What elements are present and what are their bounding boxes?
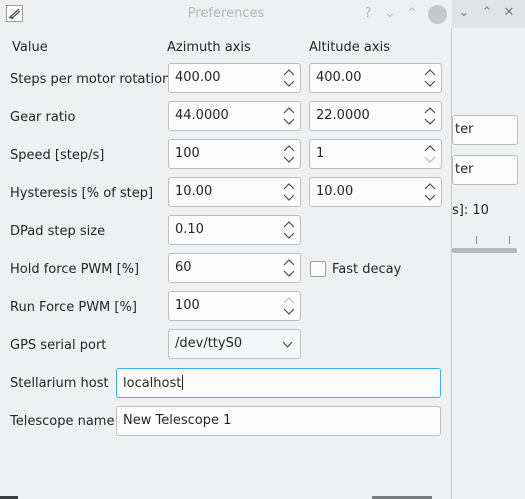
chevron-down-icon[interactable] — [283, 194, 295, 202]
hysteresis-altitude-spinbox[interactable]: 10.00 — [309, 177, 442, 207]
dpad-spinbox[interactable]: 0.10 — [168, 215, 301, 245]
spinbox-value: 400.00 — [316, 70, 362, 85]
spinbox-value: 22.0000 — [316, 108, 370, 123]
gear-altitude-spinbox[interactable]: 22.0000 — [309, 101, 442, 131]
gear-label: Gear ratio — [10, 110, 76, 125]
gps-port-label: GPS serial port — [10, 338, 107, 353]
spinbox-value: 100 — [175, 146, 200, 161]
chevron-down-icon[interactable] — [424, 194, 436, 202]
spinbox-value: 60 — [175, 260, 192, 275]
input-value: localhost — [123, 376, 182, 391]
gps-port-dropdown[interactable]: /dev/ttyS0 — [168, 329, 301, 359]
background-status-text: s]: 10 — [452, 203, 489, 218]
fast-decay-label[interactable]: Fast decay — [332, 262, 401, 277]
question-icon[interactable]: ? — [360, 6, 376, 22]
background-button-2[interactable]: ter — [452, 155, 518, 185]
chevron-up-icon[interactable] — [424, 144, 436, 152]
background-titlebar: ⌄ ⌃ ✕ — [440, 0, 525, 28]
chevron-up-icon[interactable] — [283, 68, 295, 76]
slider-tick — [476, 236, 477, 244]
chevron-up-icon[interactable] — [424, 68, 436, 76]
chevron-down-icon[interactable] — [424, 118, 436, 126]
hysteresis-azimuth-spinbox[interactable]: 10.00 — [168, 177, 301, 207]
close-icon[interactable]: ✕ — [502, 6, 516, 20]
chevron-up-icon[interactable] — [283, 220, 295, 228]
hysteresis-label: Hysteresis [% of step] — [10, 186, 154, 201]
input-value: New Telescope 1 — [123, 413, 232, 428]
stellarium-host-label: Stellarium host — [10, 376, 109, 391]
chevron-down-icon[interactable]: ⌄ — [382, 6, 398, 22]
header-value: Value — [12, 40, 48, 55]
fast-decay-checkbox[interactable] — [310, 261, 326, 277]
background-slider[interactable] — [452, 248, 517, 253]
speed-label: Speed [step/s] — [10, 148, 105, 163]
background-window: ⌄ ⌃ ✕ ter ter s]: 10 — [440, 0, 525, 499]
chevron-up-icon[interactable] — [283, 144, 295, 152]
speed-altitude-spinbox[interactable]: 1 — [309, 139, 442, 169]
chevron-up-icon[interactable] — [283, 106, 295, 114]
chevron-down-icon[interactable]: ⌄ — [457, 6, 471, 20]
chevron-down-icon[interactable] — [283, 156, 295, 164]
chevron-down-icon[interactable] — [283, 80, 295, 88]
chevron-up-icon[interactable] — [424, 182, 436, 190]
spinbox-value: 1 — [316, 146, 325, 161]
chevron-up-icon[interactable] — [424, 106, 436, 114]
dropdown-value: /dev/ttyS0 — [175, 336, 243, 351]
header-altitude: Altitude axis — [309, 40, 390, 55]
text-cursor — [182, 375, 184, 390]
hold-force-label: Hold force PWM [%] — [10, 262, 140, 277]
telescope-name-label: Telescope name — [10, 414, 115, 429]
gear-azimuth-spinbox[interactable]: 44.0000 — [168, 101, 301, 131]
chevron-down-icon — [282, 341, 293, 348]
chevron-up-icon[interactable]: ⌃ — [404, 6, 420, 22]
stellarium-host-input[interactable]: localhost — [116, 368, 441, 398]
hold-force-spinbox[interactable]: 60 — [168, 253, 301, 283]
spinbox-value: 100 — [175, 298, 200, 313]
spinbox-value: 44.0000 — [175, 108, 229, 123]
chevron-up-icon[interactable]: ⌃ — [480, 6, 494, 20]
chevron-up-icon[interactable] — [283, 258, 295, 266]
telescope-name-input[interactable]: New Telescope 1 — [116, 406, 441, 436]
chevron-up-icon[interactable] — [283, 296, 295, 304]
dpad-label: DPad step size — [10, 224, 106, 239]
background-button-1[interactable]: ter — [452, 115, 518, 145]
spinbox-value: 10.00 — [175, 184, 213, 199]
steps-label: Steps per motor rotation — [10, 72, 171, 87]
chevron-down-icon[interactable] — [283, 270, 295, 278]
spinbox-value: 0.10 — [175, 222, 204, 237]
speed-azimuth-spinbox[interactable]: 100 — [168, 139, 301, 169]
chevron-up-icon[interactable] — [283, 182, 295, 190]
chevron-down-icon[interactable] — [283, 232, 295, 240]
close-icon[interactable] — [428, 5, 447, 24]
steps-altitude-spinbox[interactable]: 400.00 — [309, 63, 442, 93]
run-force-label: Run Force PWM [%] — [10, 300, 137, 315]
run-force-spinbox[interactable]: 100 — [168, 291, 301, 321]
chevron-down-icon[interactable] — [424, 80, 436, 88]
spinbox-value: 400.00 — [175, 70, 221, 85]
preferences-dialog: Preferences ? ⌄ ⌃ Value Azimuth axis Alt… — [0, 0, 452, 499]
steps-azimuth-spinbox[interactable]: 400.00 — [168, 63, 301, 93]
spinbox-value: 10.00 — [316, 184, 354, 199]
titlebar[interactable]: Preferences ? ⌄ ⌃ — [0, 0, 452, 28]
slider-tick — [509, 236, 510, 244]
chevron-down-icon[interactable] — [283, 118, 295, 126]
header-azimuth: Azimuth axis — [167, 40, 251, 55]
chevron-down-icon[interactable] — [283, 308, 295, 316]
chevron-down-icon[interactable] — [424, 156, 436, 164]
